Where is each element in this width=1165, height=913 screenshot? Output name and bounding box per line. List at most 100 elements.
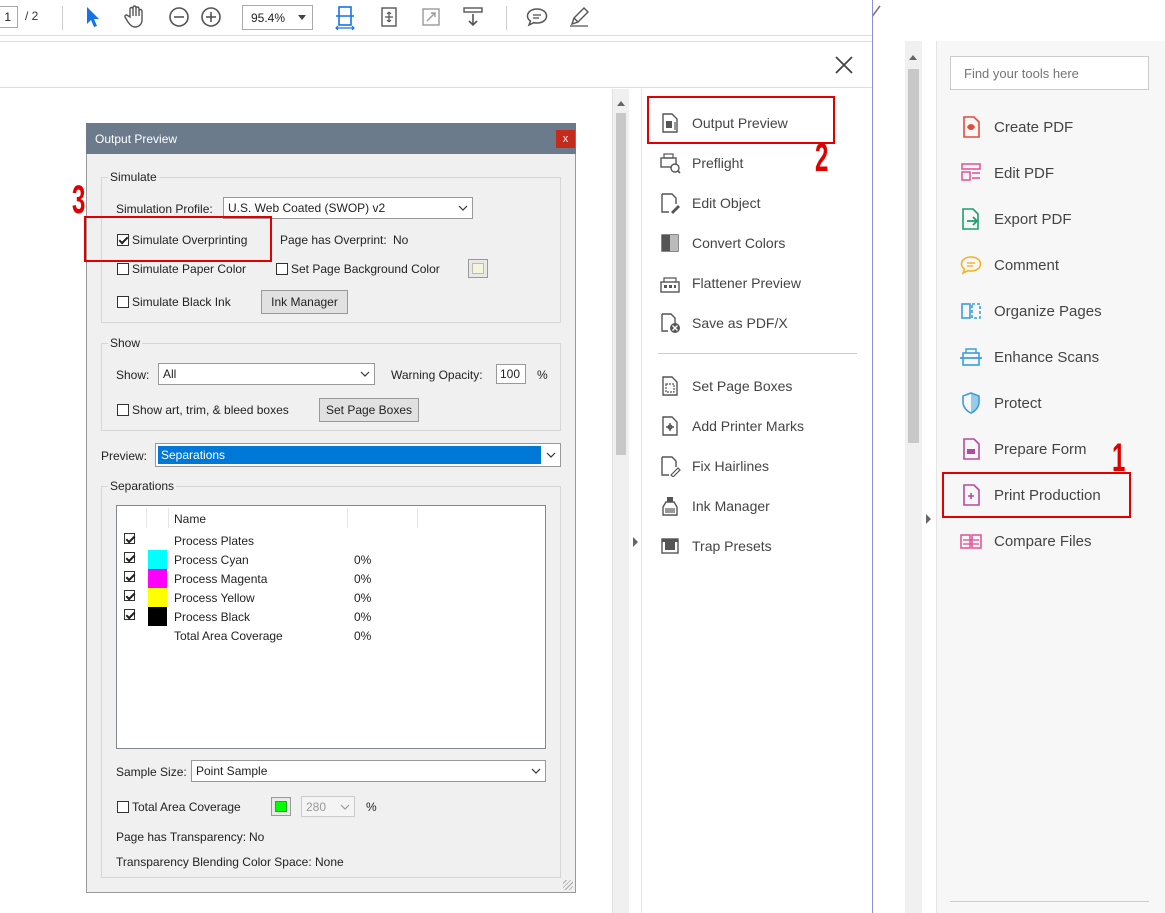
tool-organize-pages[interactable]: Organize Pages [958,298,1102,324]
full-screen-button[interactable] [416,2,446,32]
separation-checkbox[interactable] [124,590,135,601]
chevron-down-icon [527,761,545,781]
scrollbar-thumb[interactable] [908,69,919,443]
set-page-background-checkbox[interactable] [276,263,288,275]
separation-name: Process Plates [174,534,255,548]
tac-color-swatch[interactable] [271,797,291,816]
tool-edit-pdf[interactable]: Edit PDF [958,160,1054,186]
scroll-up-arrow[interactable] [617,101,625,106]
page-number-input[interactable]: 1 [0,6,18,28]
save-pdfx-icon [658,311,682,335]
tool-label: Edit PDF [994,164,1055,182]
close-icon [835,56,853,74]
tools-search-input[interactable] [950,56,1149,90]
page-background-color-swatch[interactable] [468,259,488,278]
close-tool-button[interactable] [832,53,856,77]
rotate-view-button[interactable] [374,2,404,32]
column-header-name: Name [174,512,207,526]
export-pdf-icon [958,206,984,232]
separation-checkbox[interactable] [124,533,135,544]
tool-enhance-scans[interactable]: Enhance Scans [958,344,1099,370]
show-boxes-checkbox[interactable] [117,404,129,416]
tool-create-pdf[interactable]: Create PDF [958,114,1073,140]
ink-manager-button[interactable]: Ink Manager [261,290,348,314]
zoom-in-button[interactable] [196,2,226,32]
chevron-right-icon [926,514,931,524]
menu-item-save-as-pdf-x[interactable]: Save as PDF/X [658,312,788,334]
scrollbar-thumb[interactable] [616,113,626,455]
menu-item-add-printer-marks[interactable]: Add Printer Marks [658,415,804,437]
tools-collapse-handle[interactable] [922,41,936,913]
highlight-button[interactable] [564,2,594,32]
compare-files-icon [958,528,984,554]
annotation-number-2: 2 [815,136,829,180]
simulate-paper-color-checkbox[interactable] [117,263,129,275]
document-scrollbar[interactable] [612,89,629,913]
separation-row[interactable]: Total Area Coverage 0% [118,626,538,645]
tools-scrollbar[interactable] [905,41,922,913]
comment-icon [958,252,984,278]
separation-checkbox[interactable] [124,552,135,563]
menu-item-edit-object[interactable]: Edit Object [658,192,760,214]
hand-tool-button[interactable] [120,2,150,32]
dialog-close-button[interactable]: x [556,130,575,148]
fit-page-icon [381,7,397,27]
menu-item-convert-colors[interactable]: Convert Colors [658,232,785,254]
blending-space-label: Transparency Blending Color Space: [116,855,312,869]
tool-label: Protect [994,394,1042,412]
separation-color-swatch [148,588,167,607]
menu-item-fix-hairlines[interactable]: Fix Hairlines [658,455,769,477]
show-value: All [163,367,177,381]
tool-label: Organize Pages [994,302,1102,320]
separation-value: 0% [354,591,372,605]
menu-item-ink-manager[interactable]: Ink Manager [658,495,770,517]
show-group-label: Show [108,336,143,350]
tac-value-select[interactable]: 280 [301,796,355,817]
tool-label: Create PDF [994,118,1074,136]
zoom-select[interactable]: 95.4% [242,5,313,30]
panel-collapse-handle[interactable] [629,89,641,913]
tool-label: Prepare Form [994,440,1087,458]
sample-size-select[interactable]: Point Sample [191,760,546,782]
page-transparency-label: Page has Transparency: [116,830,247,844]
separation-row[interactable]: Process Black 0% [118,607,538,626]
warning-opacity-input[interactable]: 100 [496,364,526,384]
chevron-right-icon [633,537,638,547]
set-page-boxes-button[interactable]: Set Page Boxes [319,398,419,422]
separation-row[interactable]: Process Plates [118,531,538,550]
separation-checkbox[interactable] [124,609,135,620]
preview-label: Preview: [101,449,148,463]
comment-button[interactable] [522,2,552,32]
tool-prepare-form[interactable]: Prepare Form [958,436,1087,462]
menu-item-flattener-preview[interactable]: Flattener Preview [658,272,801,294]
menu-item-set-page-boxes[interactable]: Set Page Boxes [658,375,792,397]
simulate-black-ink-label: Simulate Black Ink [132,295,231,309]
tool-export-pdf[interactable]: Export PDF [958,206,1072,232]
separation-color-swatch [148,607,167,626]
show-select[interactable]: All [158,363,375,385]
page-current: 1 [4,10,11,24]
menu-item-label: Convert Colors [692,235,786,251]
tool-protect[interactable]: Protect [958,390,1042,416]
scroll-up-arrow[interactable] [909,55,917,60]
fit-page-button[interactable] [330,2,360,32]
trap-icon [658,534,682,558]
preview-select[interactable]: Separations [155,443,561,467]
separation-row[interactable]: Process Magenta 0% [118,569,538,588]
separation-checkbox[interactable] [124,571,135,582]
menu-item-trap-presets[interactable]: Trap Presets [658,535,772,557]
simulate-black-ink-checkbox[interactable] [117,296,129,308]
zoom-out-button[interactable] [164,2,194,32]
tool-comment[interactable]: Comment [958,252,1059,278]
separation-row[interactable]: Process Cyan 0% [118,550,538,569]
warning-opacity-label: Warning Opacity: [391,368,483,382]
resize-grip-icon[interactable] [563,880,573,890]
total-area-coverage-checkbox[interactable] [117,801,129,813]
zoom-in-icon [201,7,221,27]
scroll-mode-button[interactable] [458,2,488,32]
menu-item-preflight[interactable]: Preflight [658,152,743,174]
separation-row[interactable]: Process Yellow 0% [118,588,538,607]
tool-compare-files[interactable]: Compare Files [958,528,1092,554]
select-tool-button[interactable] [78,2,108,32]
pen-icon-partial [872,4,882,26]
